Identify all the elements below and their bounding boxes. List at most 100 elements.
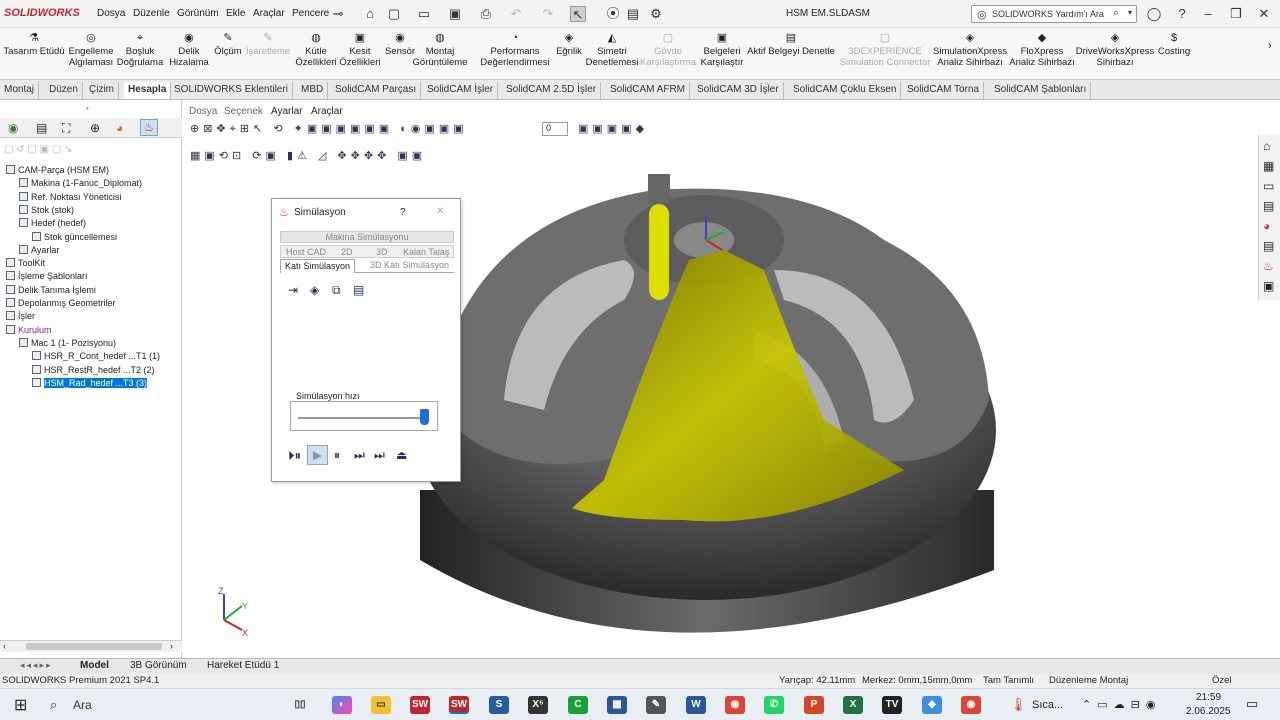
menu-ekle[interactable]: Ekle	[226, 8, 245, 19]
command-20-button[interactable]: $ Costing	[1158, 32, 1190, 57]
tab-solidcam-ablonlar-[interactable]: SolidCAM Şablonları	[990, 82, 1092, 99]
select-cursor-icon[interactable]: ↖	[570, 6, 586, 22]
scroll-left-icon[interactable]: ‹	[3, 641, 6, 651]
skip-end-icon[interactable]: ⏭	[374, 448, 385, 463]
tab-hesapla[interactable]: Hesapla	[124, 82, 172, 99]
tree-item[interactable]: ToolKit	[6, 258, 45, 268]
vp-menu-araclar[interactable]: Araçlar	[311, 106, 343, 117]
app-s-icon[interactable]: S	[489, 696, 509, 714]
menu-gorunum[interactable]: Görünüm	[177, 8, 219, 19]
notification-icon[interactable]: ▭	[1246, 696, 1258, 712]
print-icon[interactable]: ⎙	[478, 6, 494, 22]
command-7-button[interactable]: ▣ Kesit Özellikleri	[339, 32, 380, 68]
clock-time[interactable]: 21:59	[1196, 692, 1221, 703]
tree-item[interactable]: Stok (stok)	[19, 204, 74, 215]
tree-item[interactable]: HSR_R_Cont_hedef ...T1 (1)	[32, 351, 160, 361]
sim-paint-icon[interactable]: ◈	[310, 283, 319, 297]
menu-araclar[interactable]: Araçlar	[253, 8, 285, 19]
feature-tree-tab-icon[interactable]: ◉	[8, 121, 18, 135]
tree-item[interactable]: Ayarlar	[19, 244, 59, 255]
tree-item[interactable]: Hedef (hedef)	[19, 218, 86, 228]
scroll-right-icon[interactable]: ›	[170, 641, 173, 651]
chrome-2-icon[interactable]: ◉	[961, 696, 981, 714]
command-5-button[interactable]: ✎ İşaretleme	[246, 32, 290, 57]
resources-pane-icon[interactable]: ▦	[1263, 159, 1274, 173]
command-1-button[interactable]: ◎ Engelleme Algılaması	[69, 32, 114, 68]
undo-icon[interactable]: ↶	[508, 6, 524, 22]
options-gear-icon[interactable]: ⚙	[648, 6, 664, 22]
search-icon[interactable]: ⌕	[1113, 7, 1119, 20]
view-toolbar-2[interactable]: ▣▣▣▣◆	[578, 122, 648, 135]
command-18-button[interactable]: ◆ FloXpress Analiz Sihirbazı	[1009, 32, 1074, 68]
tab-solidcam-3d-i-ler[interactable]: SolidCAM 3D İşler	[693, 82, 784, 99]
menu-dosya[interactable]: Dosya	[97, 8, 125, 19]
pin-icon[interactable]: ⊸	[330, 6, 346, 22]
tab-kalan-talas[interactable]: Kalan Talaş	[403, 247, 449, 257]
command-13-button[interactable]: ▢ Gövde Karşılaştırma	[640, 32, 696, 68]
tray-icons[interactable]: ⌃▭☁⊟◉	[1082, 698, 1161, 711]
sim-option-icon-1[interactable]: ⇥	[288, 283, 298, 297]
close-icon[interactable]: ✕	[1256, 6, 1272, 22]
tab-solidcam-torna[interactable]: SolidCAM Torna	[903, 82, 985, 99]
property-manager-tab-icon[interactable]: ▤	[36, 121, 47, 135]
rebuild-icon[interactable]: ⦿	[605, 6, 621, 22]
command-16-button[interactable]: ▢ 3DEXPERIENCE Simulation Connector	[840, 32, 931, 68]
file-explorer-icon[interactable]: ▤	[1263, 199, 1274, 213]
command-4-button[interactable]: ✎ Ölçüm	[214, 32, 241, 57]
run-to-end-icon[interactable]: ⏭	[354, 448, 365, 463]
file-explorer-icon[interactable]: ▭	[371, 696, 391, 714]
weather-icon[interactable]: 🌡	[1010, 697, 1027, 713]
tree-item[interactable]: HSR_RestR_hedef ...T2 (2)	[32, 364, 155, 375]
eject-icon[interactable]: ⏏	[396, 448, 407, 462]
dimxpert-tab-icon[interactable]: ⊕	[90, 121, 100, 135]
display-manager-tab-icon[interactable]: ◕	[116, 121, 123, 135]
tab-3d-kati-simulasyon[interactable]: 3D Katı Simülasyon	[370, 260, 449, 270]
help-search-input[interactable]: ◎ SOLIDWORKS Yardım'ı Ara ⌕ ▾	[971, 5, 1137, 23]
tab-mbd[interactable]: MBD	[297, 82, 329, 99]
tab-3b-gorunum[interactable]: 3B Görünüm	[130, 660, 187, 671]
units-selector[interactable]: Özel	[1212, 675, 1232, 686]
excel-icon[interactable]: X	[843, 696, 863, 714]
tab-model[interactable]: Model	[80, 660, 109, 671]
command-11-button[interactable]: ◈ Eğrilik	[556, 32, 582, 57]
tab-solidcam-2-5d-i-ler[interactable]: SolidCAM 2.5D İşler	[502, 82, 602, 99]
home-icon[interactable]: ⌂	[362, 6, 378, 22]
panel-grip-icon[interactable]: •	[86, 104, 89, 113]
command-9-button[interactable]: ◍ Montaj Görüntüleme	[413, 32, 468, 68]
menu-duzenle[interactable]: Düzenle	[133, 8, 170, 19]
tab-host-cad[interactable]: Host CAD	[286, 247, 326, 257]
app-c-icon[interactable]: C	[568, 696, 588, 714]
command-15-button[interactable]: ▤ Aktif Belgeyi Denetle	[747, 32, 835, 57]
minimize-icon[interactable]: –	[1200, 6, 1216, 22]
tree-item[interactable]: Stok güncellemesi	[32, 231, 117, 242]
design-library-icon[interactable]: ▭	[1263, 179, 1274, 193]
sim-table-icon[interactable]: ▤	[353, 283, 364, 297]
command-overflow-icon[interactable]: ›	[1268, 40, 1272, 52]
tab-scroll-icons[interactable]: ◂◂◂▸▸	[20, 660, 53, 671]
tab-2d[interactable]: 2D	[341, 247, 353, 257]
tab-d-zen[interactable]: Düzen	[45, 82, 83, 99]
tab-solidworks-eklentileri[interactable]: SOLIDWORKS Eklentileri	[170, 82, 293, 99]
home-pane-icon[interactable]: ⌂	[1263, 139, 1270, 153]
tab-solidcam-afrm[interactable]: SolidCAM AFRM	[606, 82, 691, 99]
command-12-button[interactable]: ◭ Simetri Denetlemesi	[586, 32, 639, 68]
taskbar-search-input[interactable]: Ara	[73, 698, 92, 712]
step-forward-icon[interactable]: ⏵⏸	[288, 448, 301, 464]
vp-menu-ayarlar[interactable]: Ayarlar	[271, 106, 303, 117]
solidworks-taskbar-icon[interactable]: SW	[410, 696, 430, 714]
appearances-icon[interactable]: ◕	[1263, 219, 1270, 233]
app-vs-icon[interactable]: ◆	[922, 696, 942, 714]
pause-icon[interactable]: ⏸	[334, 448, 340, 463]
simulation-dialog[interactable]: ♨ Simülasyon ? ✕ Makina Simülasyonu Host…	[271, 198, 461, 482]
tree-item[interactable]: Delik Tanıma İşlemi	[6, 284, 96, 295]
tab-solidcam-oklu-eksen[interactable]: SolidCAM Çoklu Eksen	[789, 82, 902, 99]
app-tool-icon[interactable]: ✎	[646, 696, 666, 714]
play-icon[interactable]: ▶	[307, 445, 328, 465]
app-tv-icon[interactable]: TV	[882, 696, 902, 714]
view-palette-icon[interactable]: ▣	[1263, 279, 1274, 293]
tree-item[interactable]: HSM_Rad_hedef ...T3 (3)	[32, 377, 148, 388]
command-2-button[interactable]: ⌖ Boşluk Doğrulama	[117, 32, 163, 68]
solidcam-manager-tab-icon[interactable]: ♨	[140, 119, 158, 136]
tab-montaj[interactable]: Montaj	[0, 82, 40, 99]
speed-slider-thumb[interactable]	[420, 409, 429, 425]
